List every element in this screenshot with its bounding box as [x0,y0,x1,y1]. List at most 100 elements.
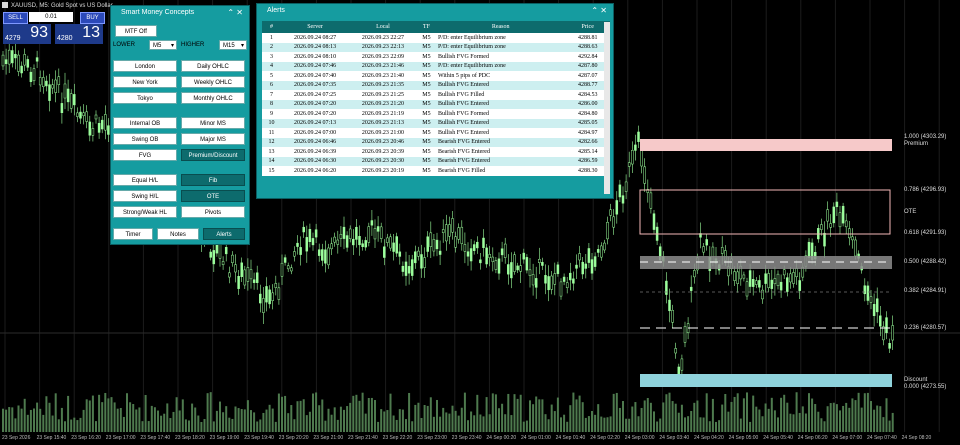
alerts-column-header[interactable]: # [262,21,282,33]
volume-bar [817,411,820,432]
timer-button[interactable]: Timer [113,228,153,240]
candle-body [66,88,70,103]
alert-row[interactable]: 3 2026.09.24 08:10 2026.09.23 22:09 M5 Bulli… [262,52,610,62]
alert-row[interactable]: 10 2026.09.24 07:13 2026.09.23 21:13 M5 Bull… [262,118,610,128]
alert-row[interactable]: 11 2026.09.24 07:00 2026.09.23 21:00 M5 Bull… [262,128,610,138]
fvg-button[interactable]: FVG [113,149,177,161]
lower-timeframe-select[interactable]: M5 ▾ [149,40,177,50]
smc-panel-controls[interactable]: ⌃ ✕ [227,6,243,19]
candle-body [441,229,445,233]
volume-bar [736,393,739,432]
alert-cell: P/D: enter Equilibrium zone [435,33,566,43]
volume-bar [696,400,699,432]
level-0000-label: 0.000 (4273.55) [904,384,947,390]
alert-row[interactable]: 9 2026.09.24 07:20 2026.09.23 21:19 M5 Bulli… [262,109,610,119]
candle-body [603,242,606,251]
volume-bar [870,401,872,432]
volume-bar [507,393,510,432]
alert-row[interactable]: 2 2026.09.24 08:13 2026.09.23 22:13 M5 P/D: … [262,42,610,52]
strong-weak-hl-button[interactable]: Strong/Weak HL [113,206,177,218]
notes-button[interactable]: Notes [157,228,199,240]
alert-row[interactable]: 5 2026.09.24 07:40 2026.09.23 21:40 M5 Withi… [262,71,610,81]
volume-bar [587,416,590,432]
candle-body [274,283,278,288]
volume-bar [653,411,655,432]
volume-bar [82,409,85,432]
candle-body [231,254,234,263]
alert-row[interactable]: 1 2026.09.24 08:27 2026.09.23 22:27 M5 P/D: … [262,33,610,43]
candle-body [367,226,371,243]
volume-bar [417,402,420,432]
minor-ms-button[interactable]: Minor MS [181,117,245,129]
volume-bar [153,407,156,432]
volume-bar [5,409,8,432]
candle-body [240,262,243,277]
candle-body [671,310,674,323]
volume-bar [312,393,314,432]
equal-hl-button[interactable]: Equal H/L [113,174,177,186]
candle-body [432,239,436,252]
volume-bar [17,405,20,432]
time-tick-label: 24 Sep 03:40 [659,435,690,441]
alerts-column-header[interactable]: Local [348,21,417,33]
candle-body [355,226,358,240]
alert-row[interactable]: 7 2026.09.24 07:25 2026.09.23 21:25 M5 Bulli… [262,90,610,100]
candle-body [4,59,8,64]
new-york-button[interactable]: New York [113,76,177,88]
candle-body [510,262,513,279]
chart-icon [2,2,8,9]
swing-ob-button[interactable]: Swing OB [113,133,177,145]
sell-button[interactable]: SELL [3,12,28,24]
alert-row[interactable]: 6 2026.09.24 07:35 2026.09.23 21:35 M5 Bulli… [262,80,610,90]
alert-row[interactable]: 15 2026.09.24 06:20 2026.09.23 20:19 M5 Bear… [262,166,610,176]
swing-hl-button[interactable]: Swing H/L [113,190,177,202]
fib-button[interactable]: Fib [181,174,245,186]
candle-body [823,232,826,247]
volume-bar [160,415,163,432]
alert-row[interactable]: 12 2026.09.24 06:46 2026.09.23 20:46 M5 Bear… [262,137,610,147]
higher-timeframe-select[interactable]: M15 ▾ [219,40,247,50]
candle-body [395,236,398,254]
volume-bar [374,400,376,432]
alert-cell: 7 [262,90,282,100]
volume-bar [262,412,265,432]
alerts-column-header[interactable]: Reason [435,21,566,33]
alert-row[interactable]: 14 2026.09.24 06:30 2026.09.23 20:30 M5 Bear… [262,156,610,166]
volume-bar [243,409,246,432]
alerts-column-header[interactable]: TF [416,21,436,33]
time-tick-label: 23 Sep 20:20 [278,435,309,441]
candle-body [522,252,526,260]
sell-price[interactable]: 4279 93 [3,24,51,44]
volume-bar [392,415,395,432]
candle-body [345,235,349,248]
weekly-ohlc-button[interactable]: Weekly OHLC [181,76,245,88]
mtf-toggle-button[interactable]: MTF Off [115,25,157,37]
ote-button[interactable]: OTE [181,190,245,202]
alert-row[interactable]: 4 2026.09.24 07:46 2026.09.23 21:46 M5 P/D: … [262,61,610,71]
alert-cell: Bullish FVG Entered [435,118,566,128]
lot-size-input[interactable]: 0.01 [29,12,73,22]
candle-body [420,254,423,269]
volume-bar [253,412,256,432]
alerts-scrollbar[interactable] [604,22,610,194]
internal-ob-button[interactable]: Internal OB [113,117,177,129]
alert-row[interactable]: 13 2026.09.24 06:39 2026.09.23 20:39 M5 Bear… [262,147,610,157]
major-ms-button[interactable]: Major MS [181,133,245,145]
alerts-panel-controls[interactable]: ⌃ ✕ [591,4,607,17]
daily-ohlc-button[interactable]: Daily OHLC [181,60,245,72]
volume-bar [832,402,835,432]
pivots-button[interactable]: Pivots [181,206,245,218]
premium-discount-button[interactable]: Premium/Discount [181,149,245,161]
london-button[interactable]: London [113,60,177,72]
volume-bar [110,397,113,432]
time-axis: 23 Sep 2026 23 Sep 15:40 23 Sep 16:20 23 Se… [0,434,960,445]
alerts-column-header[interactable]: Server [281,21,349,33]
tokyo-button[interactable]: Tokyo [113,92,177,104]
alerts-button[interactable]: Alerts [203,228,245,240]
premium-zone [640,139,892,151]
alert-row[interactable]: 8 2026.09.24 07:20 2026.09.23 21:20 M5 Bulli… [262,99,610,109]
buy-price[interactable]: 4280 13 [55,24,103,44]
volume-bar [175,397,178,432]
buy-button[interactable]: BUY [80,12,105,24]
monthly-ohlc-button[interactable]: Monthly OHLC [181,92,245,104]
